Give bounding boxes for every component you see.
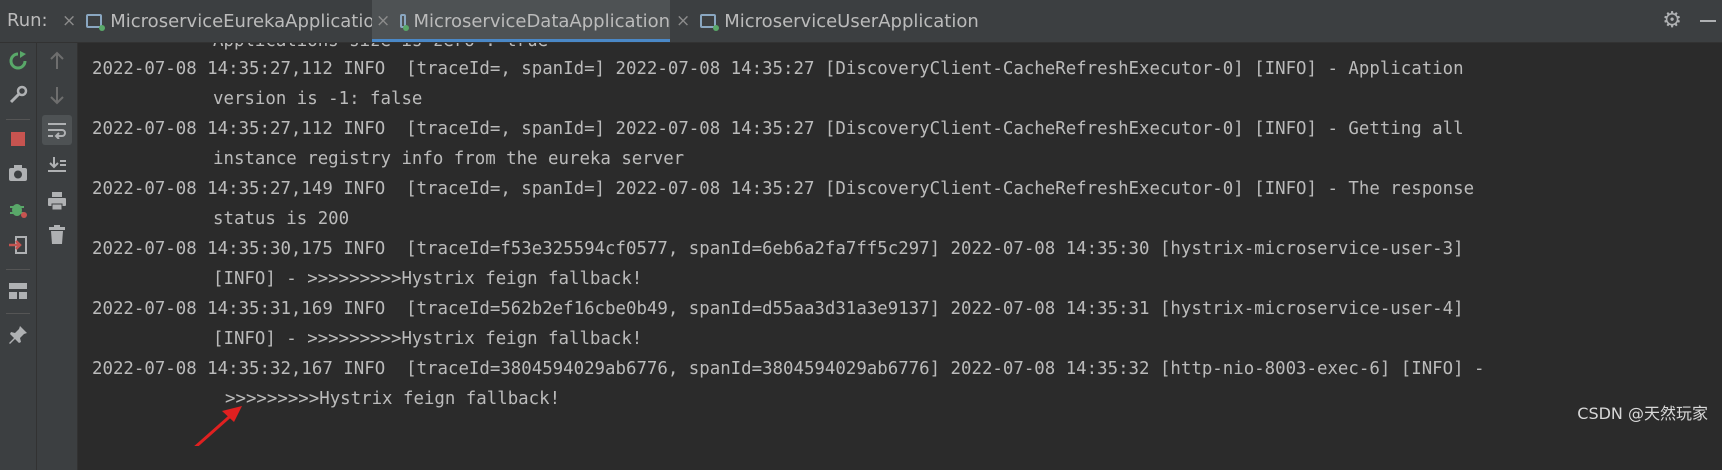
run-tool-window-tabbar: Run: × MicroserviceEurekaApplication × M… (0, 0, 1722, 43)
tab-data-application[interactable]: × MicroserviceDataApplication (372, 0, 670, 42)
run-toolbar-secondary (37, 43, 78, 470)
up-arrow-icon[interactable] (45, 49, 69, 73)
tab-eureka-application[interactable]: × MicroserviceEurekaApplication (62, 0, 386, 42)
close-tab-icon[interactable]: × (376, 11, 390, 31)
application-icon (400, 14, 409, 31)
console-line: 2022-07-08 14:35:27,112 INFO [traceId=, … (92, 119, 1464, 139)
run-label: Run: (7, 10, 48, 31)
login-icon[interactable] (6, 233, 30, 257)
console-line: >>>>>>>>>Hystrix feign fallback! (225, 389, 561, 409)
toolbar-separator (6, 119, 30, 120)
stop-icon[interactable] (6, 127, 30, 151)
minimize-icon[interactable] (1700, 20, 1716, 22)
toolbar-separator (6, 269, 30, 270)
application-icon (700, 14, 720, 31)
console-line: 2022-07-08 14:35:30,175 INFO [traceId=f5… (92, 239, 1464, 259)
down-arrow-icon[interactable] (45, 83, 69, 107)
console-output[interactable]: Applications size is zero : true 2022-07… (78, 43, 1722, 470)
close-tab-icon[interactable]: × (62, 11, 76, 31)
watermark: CSDN @天然玩家 (1577, 404, 1708, 423)
run-toolbar-primary (0, 43, 37, 470)
console-line: instance registry info from the eureka s… (213, 149, 685, 169)
camera-icon[interactable] (6, 161, 30, 185)
rerun-icon[interactable] (6, 49, 30, 73)
console-line: 2022-07-08 14:35:27,112 INFO [traceId=, … (92, 59, 1464, 79)
annotation-arrow-icon (194, 406, 242, 446)
scroll-to-end-icon[interactable] (45, 153, 69, 177)
wrench-icon[interactable] (6, 83, 30, 107)
toolbar-separator (6, 313, 30, 314)
pin-icon[interactable] (6, 323, 30, 347)
tab-label: MicroserviceDataApplication (413, 10, 670, 32)
close-tab-icon[interactable]: × (676, 11, 690, 31)
tab-label: MicroserviceEurekaApplication (110, 10, 386, 32)
tab-label: MicroserviceUserApplication (724, 10, 979, 32)
console-line: [INFO] - >>>>>>>>>Hystrix feign fallback… (213, 269, 643, 289)
console-line: 2022-07-08 14:35:31,169 INFO [traceId=56… (92, 299, 1464, 319)
layout-icon[interactable] (6, 279, 30, 303)
console-line: 2022-07-08 14:35:27,149 INFO [traceId=, … (92, 179, 1475, 199)
soft-wrap-icon[interactable] (42, 115, 72, 145)
print-icon[interactable] (45, 189, 69, 213)
console-line: [INFO] - >>>>>>>>>Hystrix feign fallback… (213, 329, 643, 349)
gear-icon[interactable]: ⚙ (1662, 8, 1682, 33)
application-icon (86, 14, 106, 31)
console-line: status is 200 (213, 209, 350, 229)
console-line: 2022-07-08 14:35:32,167 INFO [traceId=38… (92, 359, 1485, 379)
debug-icon[interactable] (6, 197, 30, 221)
trash-icon[interactable] (45, 223, 69, 247)
console-line: version is -1: false (213, 89, 423, 109)
tab-user-application[interactable]: × MicroserviceUserApplication (676, 0, 979, 42)
